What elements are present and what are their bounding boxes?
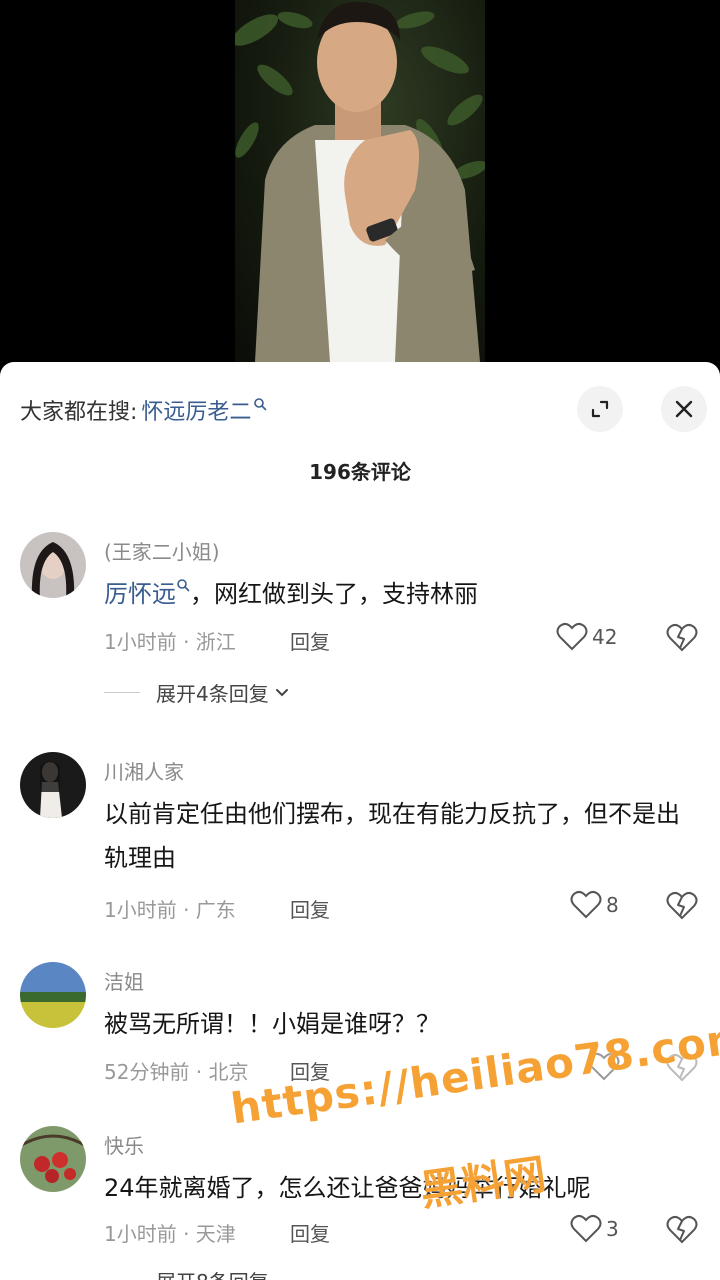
reply-button[interactable]: 回复 [290,1218,330,1247]
comment-username[interactable]: 川湘人家 [104,756,184,785]
avatar-image [20,1126,86,1192]
search-icon [254,398,267,411]
broken-heart-icon[interactable] [666,622,698,654]
reply-button[interactable]: 回复 [290,626,330,655]
comment-text: 24年就离婚了，怎么还让爸爸妈妈举行婚礼呢 [104,1174,591,1202]
expand-icon [591,400,609,418]
avatar-image [20,752,86,818]
expand-replies-button[interactable]: 展开4条回复 [104,678,291,707]
expand-replies-label: 展开8条回复 [156,1266,269,1280]
avatar[interactable] [20,962,86,1028]
suggested-search-term[interactable]: 怀远厉老二 [141,394,251,426]
close-button[interactable] [661,386,707,432]
like-count: 8 [606,893,619,917]
comment-meta: 52分钟前 · 北京 [104,1060,249,1084]
suggested-search[interactable]: 大家都在搜: 怀远厉老二 [20,392,267,428]
comment-count: 196条评论 [309,460,411,484]
comment-username[interactable]: 快乐 [104,1130,144,1159]
expand-panel-button[interactable] [577,386,623,432]
like-button[interactable]: 3 [570,1214,619,1244]
avatar[interactable] [20,1126,86,1192]
heart-icon [556,622,588,651]
video-player[interactable] [0,0,720,362]
video-frame [235,0,485,362]
suggested-search-label: 大家都在搜: [20,400,138,425]
avatar-image [20,962,86,1028]
comment-text: 厉怀远 ，网红做到头了，支持林丽 [104,572,700,616]
search-icon [177,579,190,592]
close-icon [675,400,693,418]
expand-replies-button[interactable]: 展开8条回复 [104,1266,269,1280]
like-button[interactable]: 8 [570,890,619,920]
avatar-image [20,532,86,598]
comment-username[interactable]: 洁姐 [104,966,144,995]
comment-username[interactable]: (王家二小姐) [104,536,220,565]
like-count: 3 [606,1217,619,1241]
comment-meta: 1小时前 · 广东 [104,898,236,922]
comment-meta: 1小时前 · 天津 [104,1222,236,1246]
person-figure [255,1,480,362]
broken-heart-icon[interactable] [666,1214,698,1246]
avatar[interactable] [20,532,86,598]
expand-replies-label: 展开4条回复 [156,682,269,706]
comments-panel: 大家都在搜: 怀远厉老二 196条评论 (王家二小姐) 厉怀远，网红做到头了，支… [0,362,720,1280]
avatar[interactable] [20,752,86,818]
heart-icon [570,1214,602,1243]
comment-text: 以前肯定任由他们摆布，现在有能力反抗了，但不是出轨理由 [104,800,680,872]
divider [104,692,140,693]
mention-link[interactable]: 厉怀远 [104,580,176,608]
chevron-down-icon [275,688,288,696]
heart-icon [570,890,602,919]
reply-button[interactable]: 回复 [290,894,330,923]
like-count: 42 [592,625,618,649]
comment-text-content: ，网红做到头了，支持林丽 [190,580,478,608]
like-button[interactable]: 42 [556,622,617,652]
broken-heart-icon[interactable] [666,890,698,922]
comment-meta: 1小时前 · 浙江 [104,630,236,654]
